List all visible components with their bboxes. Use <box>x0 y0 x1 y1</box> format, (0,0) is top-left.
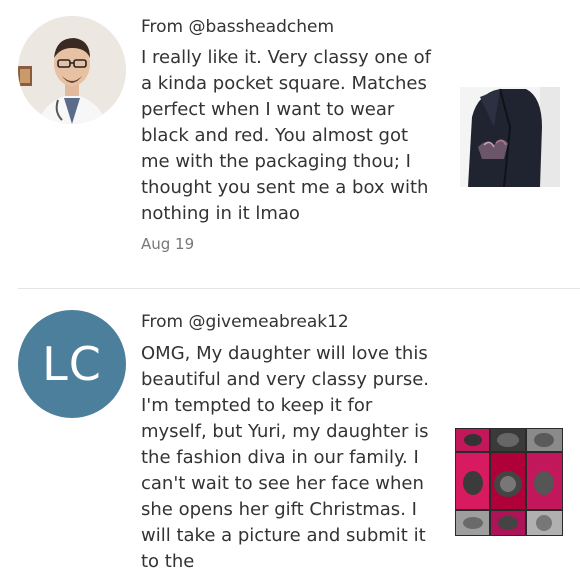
review-item: From @bassheadchem I really like it. Ver… <box>0 0 580 290</box>
pocket-square-image <box>460 87 560 187</box>
reviewer-photo <box>18 16 126 124</box>
purse-collage-image <box>455 428 563 536</box>
review-divider <box>18 288 580 289</box>
review-photo-thumbnail[interactable] <box>455 428 563 536</box>
review-item: LC From @givemeabreak12 OMG, My daughter… <box>0 290 580 580</box>
review-text: OMG, My daughter will love this beautifu… <box>141 343 430 572</box>
review-text: I really like it. Very classy one of a k… <box>141 47 431 224</box>
review-date: Aug 19 <box>141 235 195 253</box>
review-author[interactable]: From @bassheadchem <box>141 17 334 37</box>
reviewer-avatar[interactable]: LC <box>18 310 126 418</box>
reviewer-avatar[interactable] <box>18 16 126 124</box>
review-author[interactable]: From @givemeabreak12 <box>141 312 349 332</box>
avatar-initials: LC <box>42 337 102 391</box>
review-photo-thumbnail[interactable] <box>460 87 560 187</box>
